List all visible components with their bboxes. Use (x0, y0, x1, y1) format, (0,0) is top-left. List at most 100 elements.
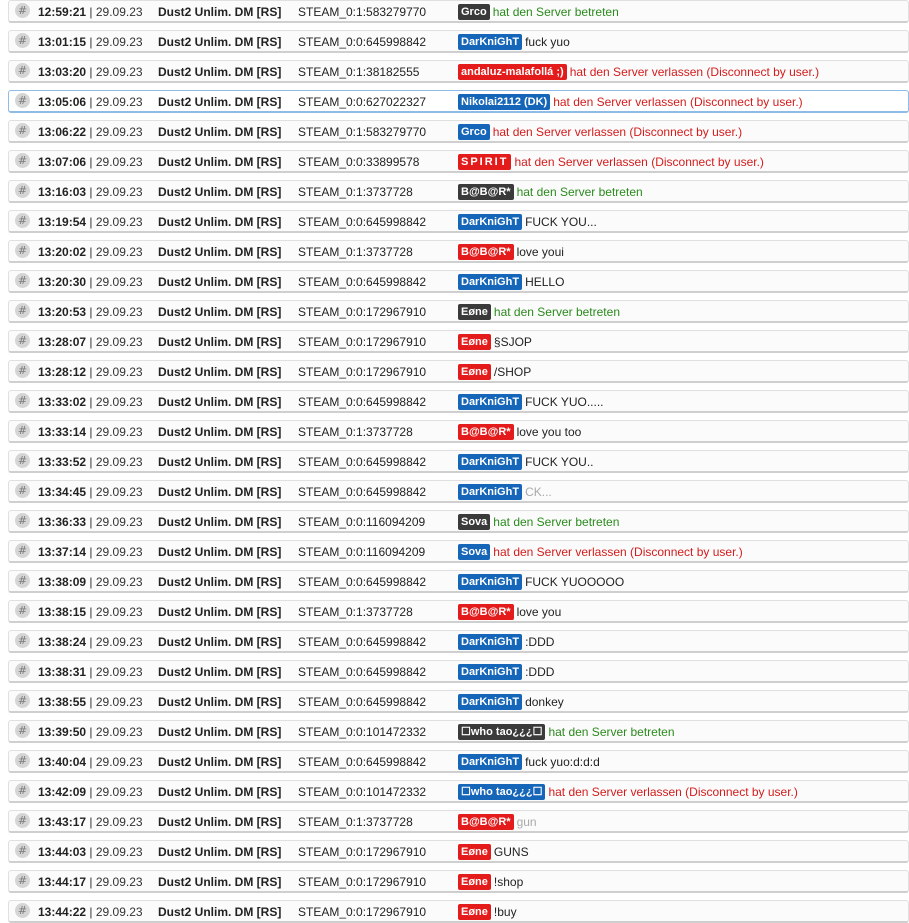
hash-icon[interactable]: # (15, 33, 30, 48)
hash-icon[interactable]: # (15, 843, 30, 858)
log-time: 13:38:55 | 29.09.23 (38, 695, 143, 709)
hash-icon[interactable]: # (15, 243, 30, 258)
message-text: hat den Server betreten (548, 724, 675, 739)
log-row[interactable]: #13:38:55 | 29.09.23 Dust2 Unlim. DM [RS]… (8, 690, 909, 713)
player-badge[interactable]: Nikolai2112 (DK) (458, 93, 551, 110)
player-badge[interactable]: DarKniGhT (458, 483, 523, 500)
log-row[interactable]: #13:33:02 | 29.09.23 Dust2 Unlim. DM [RS]… (8, 390, 909, 413)
log-row[interactable]: #12:59:21 | 29.09.23 Dust2 Unlim. DM [RS]… (8, 0, 909, 23)
log-row[interactable]: #13:38:09 | 29.09.23 Dust2 Unlim. DM [RS]… (8, 570, 909, 593)
player-badge[interactable]: ☐who tao¿¿¿☐ (458, 783, 546, 800)
player-badge[interactable]: andaluz-malafollá ;) (458, 63, 567, 80)
hash-icon[interactable]: # (15, 393, 30, 408)
player-badge[interactable]: DarKniGhT (458, 693, 523, 710)
player-badge[interactable]: Sova (458, 513, 491, 530)
hash-icon[interactable]: # (15, 663, 30, 678)
hash-icon[interactable]: # (15, 483, 30, 498)
log-row[interactable]: #13:43:17 | 29.09.23 Dust2 Unlim. DM [RS]… (8, 810, 909, 833)
player-badge[interactable]: DarKniGhT (458, 33, 523, 50)
player-badge[interactable]: B@B@R* (458, 243, 514, 260)
log-row[interactable]: #13:34:45 | 29.09.23 Dust2 Unlim. DM [RS]… (8, 480, 909, 503)
player-badge[interactable]: ☐who tao¿¿¿☐ (458, 723, 546, 740)
player-badge[interactable]: DarKniGhT (458, 393, 523, 410)
player-badge[interactable]: DarKniGhT (458, 213, 523, 230)
hash-icon[interactable]: # (15, 573, 30, 588)
log-row[interactable]: #13:40:04 | 29.09.23 Dust2 Unlim. DM [RS]… (8, 750, 909, 773)
player-badge[interactable]: Eøne (458, 903, 491, 920)
log-row[interactable]: #13:36:33 | 29.09.23 Dust2 Unlim. DM [RS]… (8, 510, 909, 533)
log-row[interactable]: #13:07:06 | 29.09.23 Dust2 Unlim. DM [RS]… (8, 150, 909, 173)
hash-icon[interactable]: # (15, 603, 30, 618)
player-badge[interactable]: DarKniGhT (458, 633, 523, 650)
hash-icon[interactable]: # (15, 363, 30, 378)
player-badge[interactable]: SPIRIT (458, 153, 512, 170)
player-badge[interactable]: Grco (458, 3, 490, 20)
log-time: 13:38:15 | 29.09.23 (38, 605, 143, 619)
log-row[interactable]: #13:38:24 | 29.09.23 Dust2 Unlim. DM [RS]… (8, 630, 909, 653)
hash-icon[interactable]: # (15, 513, 30, 528)
hash-icon[interactable]: # (15, 783, 30, 798)
hash-icon[interactable]: # (15, 153, 30, 168)
log-row[interactable]: #13:38:31 | 29.09.23 Dust2 Unlim. DM [RS]… (8, 660, 909, 683)
log-row[interactable]: #13:28:07 | 29.09.23 Dust2 Unlim. DM [RS]… (8, 330, 909, 353)
log-row[interactable]: #13:44:22 | 29.09.23 Dust2 Unlim. DM [RS]… (8, 900, 909, 923)
player-badge[interactable]: Eøne (458, 843, 491, 860)
log-message: DarKniGhT donkey (458, 693, 564, 710)
log-row[interactable]: #13:03:20 | 29.09.23 Dust2 Unlim. DM [RS]… (8, 60, 909, 83)
steam-id: STEAM_0:0:172967910 (298, 905, 427, 919)
log-row[interactable]: #13:20:02 | 29.09.23 Dust2 Unlim. DM [RS]… (8, 240, 909, 263)
log-row[interactable]: #13:19:54 | 29.09.23 Dust2 Unlim. DM [RS]… (8, 210, 909, 233)
hash-icon[interactable]: # (15, 633, 30, 648)
hash-icon[interactable]: # (15, 873, 30, 888)
player-badge[interactable]: Eøne (458, 873, 491, 890)
log-row[interactable]: #13:44:03 | 29.09.23 Dust2 Unlim. DM [RS]… (8, 840, 909, 863)
log-row[interactable]: #13:06:22 | 29.09.23 Dust2 Unlim. DM [RS]… (8, 120, 909, 143)
hash-icon[interactable]: # (15, 273, 30, 288)
log-row[interactable]: #13:16:03 | 29.09.23 Dust2 Unlim. DM [RS]… (8, 180, 909, 203)
hash-icon[interactable]: # (15, 303, 30, 318)
player-badge[interactable]: Eøne (458, 303, 491, 320)
hash-icon[interactable]: # (15, 123, 30, 138)
log-row[interactable]: #13:20:53 | 29.09.23 Dust2 Unlim. DM [RS]… (8, 300, 909, 323)
hash-icon[interactable]: # (15, 813, 30, 828)
player-badge[interactable]: Eøne (458, 333, 491, 350)
player-badge[interactable]: B@B@R* (458, 183, 514, 200)
player-badge[interactable]: B@B@R* (458, 423, 514, 440)
log-row[interactable]: #13:33:14 | 29.09.23 Dust2 Unlim. DM [RS]… (8, 420, 909, 443)
log-row[interactable]: #13:33:52 | 29.09.23 Dust2 Unlim. DM [RS]… (8, 450, 909, 473)
player-badge[interactable]: DarKniGhT (458, 753, 523, 770)
log-row[interactable]: #13:28:12 | 29.09.23 Dust2 Unlim. DM [RS]… (8, 360, 909, 383)
hash-icon[interactable]: # (15, 753, 30, 768)
hash-icon[interactable]: # (15, 213, 30, 228)
log-row[interactable]: #13:38:15 | 29.09.23 Dust2 Unlim. DM [RS]… (8, 600, 909, 623)
player-badge[interactable]: Eøne (458, 363, 491, 380)
player-badge[interactable]: B@B@R* (458, 813, 514, 830)
hash-icon[interactable]: # (15, 543, 30, 558)
log-time: 13:33:02 | 29.09.23 (38, 395, 143, 409)
player-badge[interactable]: Sova (458, 543, 491, 560)
log-row[interactable]: #13:01:15 | 29.09.23 Dust2 Unlim. DM [RS]… (8, 30, 909, 53)
log-row[interactable]: #13:42:09 | 29.09.23 Dust2 Unlim. DM [RS]… (8, 780, 909, 803)
player-badge[interactable]: B@B@R* (458, 603, 514, 620)
player-badge[interactable]: DarKniGhT (458, 573, 523, 590)
hash-icon[interactable]: # (15, 453, 30, 468)
log-row[interactable]: #13:44:17 | 29.09.23 Dust2 Unlim. DM [RS]… (8, 870, 909, 893)
hash-icon[interactable]: # (15, 63, 30, 78)
log-row[interactable]: #13:20:30 | 29.09.23 Dust2 Unlim. DM [RS]… (8, 270, 909, 293)
hash-icon[interactable]: # (15, 423, 30, 438)
player-badge[interactable]: DarKniGhT (458, 663, 523, 680)
player-badge[interactable]: DarKniGhT (458, 453, 523, 470)
hash-icon[interactable]: # (15, 183, 30, 198)
hash-icon[interactable]: # (15, 3, 30, 18)
log-row[interactable]: #13:05:06 | 29.09.23 Dust2 Unlim. DM [RS]… (8, 90, 909, 113)
hash-icon[interactable]: # (15, 93, 30, 108)
log-row[interactable]: #13:37:14 | 29.09.23 Dust2 Unlim. DM [RS]… (8, 540, 909, 563)
hash-icon[interactable]: # (15, 903, 30, 918)
log-row[interactable]: #13:39:50 | 29.09.23 Dust2 Unlim. DM [RS]… (8, 720, 909, 743)
hash-icon[interactable]: # (15, 693, 30, 708)
hash-icon[interactable]: # (15, 723, 30, 738)
player-badge[interactable]: Grco (458, 123, 490, 140)
hash-icon[interactable]: # (15, 333, 30, 348)
steam-id: STEAM_0:0:645998842 (298, 755, 427, 769)
player-badge[interactable]: DarKniGhT (458, 273, 523, 290)
